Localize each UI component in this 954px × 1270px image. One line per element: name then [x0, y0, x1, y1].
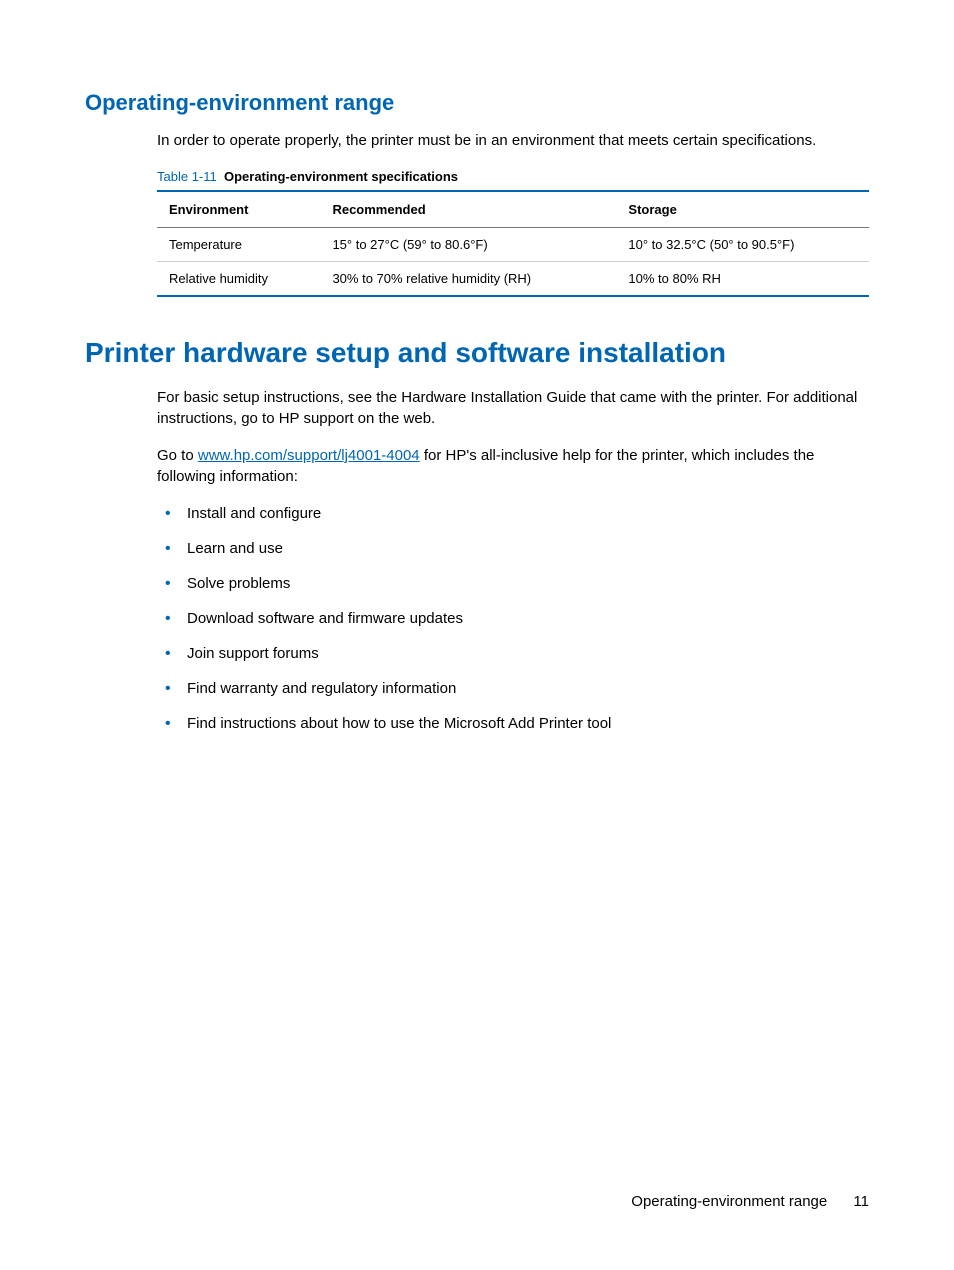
footer-section-title: Operating-environment range	[631, 1193, 827, 1210]
list-item: Install and configure	[157, 503, 869, 524]
setup-paragraph-1: For basic setup instructions, see the Ha…	[157, 387, 869, 429]
col-header: Environment	[157, 191, 320, 228]
intro-paragraph: In order to operate properly, the printe…	[157, 130, 869, 151]
page-number: 11	[853, 1193, 869, 1210]
list-item: Find instructions about how to use the M…	[157, 713, 869, 734]
col-header: Recommended	[320, 191, 616, 228]
para2-pre: Go to	[157, 447, 198, 464]
env-spec-table: Environment Recommended Storage Temperat…	[157, 190, 869, 297]
table-cell: 15° to 27°C (59° to 80.6°F)	[320, 228, 616, 262]
list-item: Join support forums	[157, 643, 869, 664]
table-cell: Relative humidity	[157, 262, 320, 297]
table-cell: 30% to 70% relative humidity (RH)	[320, 262, 616, 297]
setup-paragraph-2: Go to www.hp.com/support/lj4001-4004 for…	[157, 445, 869, 487]
list-item: Solve problems	[157, 573, 869, 594]
table-cell: 10% to 80% RH	[616, 262, 869, 297]
table-row: Temperature 15° to 27°C (59° to 80.6°F) …	[157, 228, 869, 262]
page-footer: Operating-environment range 11	[631, 1193, 869, 1210]
list-item: Download software and firmware updates	[157, 608, 869, 629]
table-caption: Table 1-11 Operating-environment specifi…	[157, 169, 869, 184]
table-header-row: Environment Recommended Storage	[157, 191, 869, 228]
support-link[interactable]: www.hp.com/support/lj4001-4004	[198, 447, 420, 464]
table-number: Table 1-11	[157, 169, 217, 184]
col-header: Storage	[616, 191, 869, 228]
help-topics-list: Install and configure Learn and use Solv…	[157, 503, 869, 734]
table-cell: 10° to 32.5°C (50° to 90.5°F)	[616, 228, 869, 262]
list-item: Learn and use	[157, 538, 869, 559]
section-heading-hw-setup: Printer hardware setup and software inst…	[85, 337, 869, 369]
list-item: Find warranty and regulatory information	[157, 678, 869, 699]
table-row: Relative humidity 30% to 70% relative hu…	[157, 262, 869, 297]
table-cell: Temperature	[157, 228, 320, 262]
section-heading-operating-env: Operating-environment range	[85, 90, 869, 116]
env-spec-table-wrap: Table 1-11 Operating-environment specifi…	[157, 169, 869, 297]
table-title: Operating-environment specifications	[224, 169, 458, 184]
